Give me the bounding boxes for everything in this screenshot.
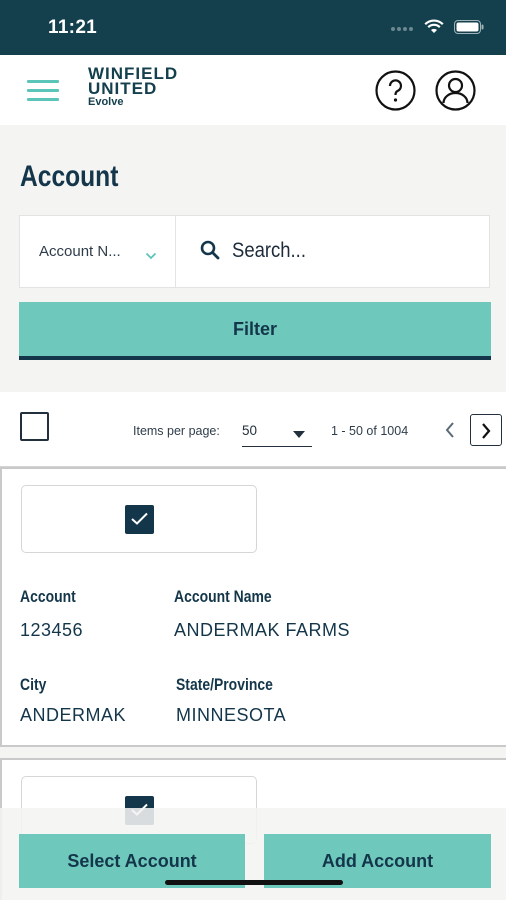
search-input[interactable]: [232, 236, 444, 266]
status-time: 11:21: [48, 17, 98, 38]
filter-button[interactable]: Filter: [19, 302, 491, 360]
city-label: City: [20, 675, 47, 694]
pagination-bar: Items per page: 50 1 - 50 of 1004: [0, 392, 506, 468]
chevron-left-icon: [445, 422, 454, 438]
account-value: 123456: [20, 620, 84, 640]
select-all-checkbox[interactable]: [20, 412, 49, 441]
chevron-right-icon: [482, 423, 491, 439]
status-icons: [390, 19, 484, 39]
items-per-page-value: 50: [242, 423, 258, 438]
hamburger-menu-icon[interactable]: [27, 80, 59, 102]
search-icon: [200, 240, 220, 265]
account-card[interactable]: Account 123456 Account Name ANDERMAK FAR…: [0, 467, 506, 747]
checkmark-icon: [131, 512, 148, 525]
city-value: ANDERMAK: [20, 705, 127, 725]
home-indicator: [165, 880, 343, 885]
next-page-button[interactable]: [470, 414, 502, 446]
chevron-down-icon: [145, 247, 157, 265]
help-icon[interactable]: [375, 70, 416, 111]
wifi-icon: [424, 19, 444, 39]
items-per-page-select[interactable]: 50: [242, 419, 312, 447]
page-range-text: 1 - 50 of 1004: [331, 424, 409, 438]
brand-logo: WINFIELD UNITED Evolve: [88, 65, 178, 108]
battery-icon: [454, 19, 484, 39]
card-select-area[interactable]: [21, 485, 257, 553]
state-label: State/Province: [176, 675, 273, 694]
page-title: Account: [20, 160, 119, 193]
caret-down-icon: [293, 431, 305, 438]
account-checkbox[interactable]: [125, 505, 154, 534]
account-name-value: ANDERMAK FARMS: [174, 620, 351, 640]
account-name-label: Account Name: [174, 587, 272, 606]
app-header: WINFIELD UNITED Evolve: [0, 55, 506, 125]
dropdown-label: Account N...: [39, 243, 121, 260]
items-per-page-label: Items per page:: [133, 424, 220, 438]
search-row: Account N...: [19, 215, 490, 288]
status-bar: 11:21: [0, 0, 506, 55]
search-field-dropdown[interactable]: Account N...: [20, 216, 176, 287]
previous-page-button[interactable]: [444, 421, 456, 444]
user-profile-icon[interactable]: [435, 70, 476, 111]
account-label: Account: [20, 587, 76, 606]
state-value: MINNESOTA: [176, 705, 287, 725]
logo-line2: UNITED: [88, 79, 158, 98]
bottom-action-bar: Select Account Add Account: [0, 808, 506, 900]
signal-icon: [390, 20, 414, 38]
